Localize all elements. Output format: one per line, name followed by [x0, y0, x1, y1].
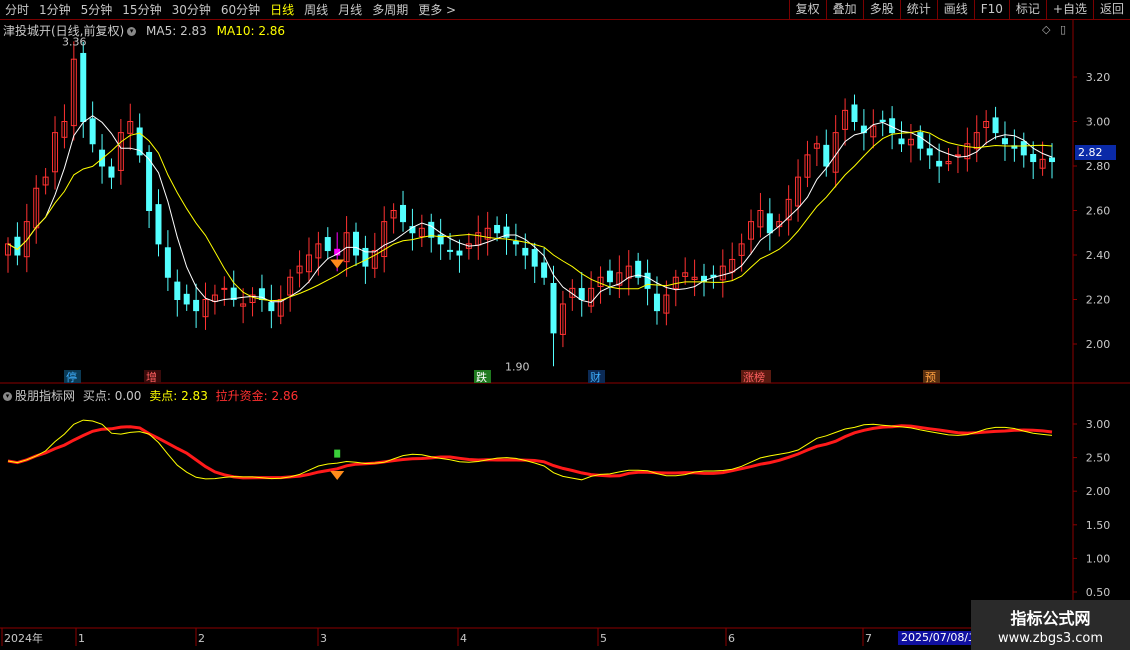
candle-body	[992, 117, 999, 134]
y-tick-label: 2.00	[1086, 338, 1111, 351]
event-tag: 财	[590, 370, 601, 384]
candle-body	[917, 132, 924, 149]
candle-body	[541, 262, 548, 278]
candle-body	[447, 249, 454, 252]
ma5-line	[7, 115, 1053, 304]
candle-body	[879, 119, 886, 122]
x-tick-label: 2024年	[4, 631, 43, 645]
fund-line	[7, 424, 1053, 480]
x-tick-label: 7	[865, 632, 872, 645]
candle-body	[926, 148, 933, 156]
candle-body	[531, 249, 538, 267]
candle-body	[268, 302, 275, 312]
indicator-y-tick-label: 1.50	[1086, 519, 1111, 532]
candle-body	[193, 299, 200, 312]
y-tick-label: 2.20	[1086, 294, 1111, 307]
candle-body	[1049, 157, 1055, 163]
sell-line	[7, 419, 1053, 481]
signal-diamond-icon	[330, 259, 345, 269]
y-tick-label: 2.60	[1086, 205, 1111, 218]
candle-body	[353, 231, 359, 256]
candle-body	[324, 237, 331, 252]
candle-body	[99, 149, 106, 167]
candle-body	[766, 213, 773, 234]
candle-body	[14, 236, 21, 256]
candle-body	[936, 160, 943, 167]
candle-body	[183, 293, 190, 305]
kline-chart[interactable]: 3.20 3.00 2.80 2.60 2.40 2.20 2.00 3.00 2.50 2.00…	[0, 0, 1130, 650]
candle-body	[644, 272, 651, 289]
candle-body	[108, 166, 115, 178]
ma10-line	[7, 130, 1053, 302]
candle-body	[400, 204, 407, 223]
candle-body	[89, 118, 96, 145]
indicator-y-tick-label: 2.50	[1086, 452, 1111, 465]
indicator-y-tick-label: 2.00	[1086, 485, 1111, 498]
candle-body	[578, 288, 585, 301]
indicator-y-tick-label: 0.50	[1086, 586, 1111, 599]
candle-body	[80, 52, 87, 122]
crosshair-date: 2025/07/08/二	[898, 631, 983, 645]
event-tag: 停	[66, 370, 77, 384]
y-tick-label: 2.40	[1086, 249, 1111, 262]
x-tick-label: 3	[320, 632, 327, 645]
candle-body	[1030, 154, 1037, 163]
x-tick-label: 4	[460, 632, 467, 645]
candle-body	[230, 287, 237, 300]
candle-body	[1020, 141, 1027, 156]
candle-body	[851, 104, 858, 123]
candle-body	[428, 221, 435, 238]
event-tag: 预	[925, 371, 936, 384]
watermark-url: www.zbgs3.com	[997, 631, 1104, 646]
y-tick-label: 3.20	[1086, 71, 1111, 84]
y-tick-label: 2.80	[1086, 160, 1111, 173]
indicator-diamond-icon	[330, 471, 345, 481]
event-tag: 涨榜	[743, 370, 765, 384]
candle-body	[164, 247, 171, 278]
candle-body	[456, 250, 463, 256]
candle-body	[898, 138, 905, 145]
indicator-y-tick-label: 3.00	[1086, 418, 1111, 431]
low-price-label: 1.90	[505, 360, 530, 373]
indicator-y-tick-label: 1.00	[1086, 552, 1111, 565]
candle-body	[823, 144, 830, 167]
current-price-badge: 2.82	[1075, 145, 1116, 160]
candle-body	[494, 224, 501, 234]
candle-body	[174, 281, 181, 301]
candle-body	[606, 270, 613, 283]
candle-body	[155, 204, 162, 245]
event-tag: 增	[146, 370, 157, 384]
event-tag: 跌	[476, 370, 487, 384]
x-tick-label: 5	[600, 632, 607, 645]
y-tick-label: 3.00	[1086, 116, 1111, 129]
buy-signal-bar	[334, 449, 341, 458]
candle-body	[522, 247, 529, 256]
x-tick-label: 6	[728, 632, 735, 645]
watermark: 指标公式网 www.zbgs3.com	[971, 600, 1130, 650]
x-tick-label: 2	[198, 632, 205, 645]
candle-body	[550, 282, 557, 334]
watermark-title: 指标公式网	[1010, 609, 1091, 628]
x-tick-label: 1	[78, 632, 85, 645]
high-price-label: 3.36	[62, 35, 87, 48]
candle-body	[653, 293, 660, 312]
candle-body	[954, 154, 961, 157]
candle-body	[221, 287, 228, 290]
candle-body	[512, 240, 519, 245]
candle-body	[1001, 138, 1008, 145]
